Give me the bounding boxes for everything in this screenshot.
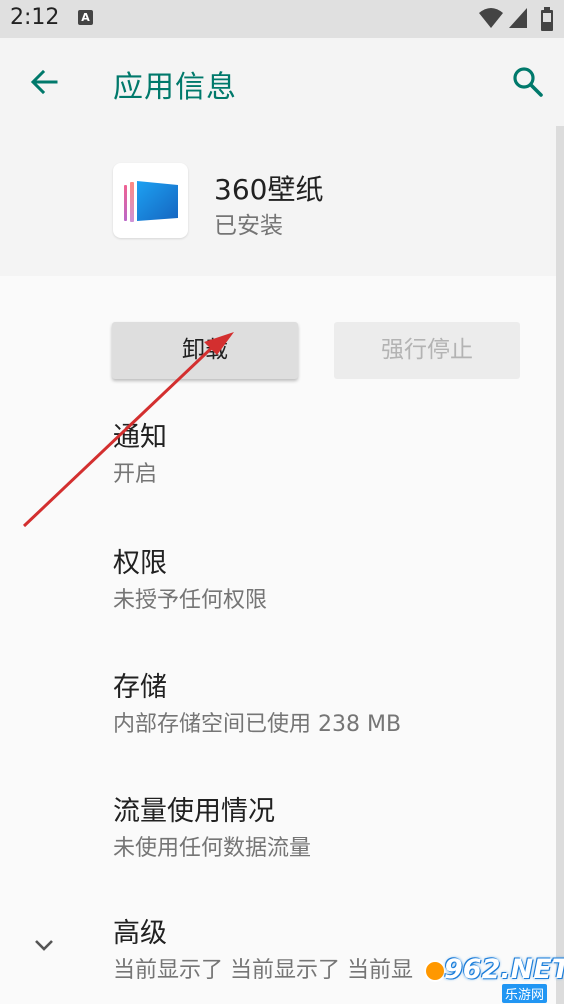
notification-a-icon: A <box>78 10 93 25</box>
settings-content: 卸载 强行停止 通知 开启 权限 未授予任何权限 存储 内部存储空间已使用 23… <box>0 276 556 1004</box>
signal-icon <box>509 8 527 28</box>
setting-item-data-usage[interactable]: 流量使用情况 未使用任何数据流量 <box>113 794 543 864</box>
setting-title: 权限 <box>113 548 167 579</box>
setting-item-permissions[interactable]: 权限 未授予任何权限 <box>113 546 543 616</box>
app-install-status: 已安装 <box>214 213 283 239</box>
setting-title: 存储 <box>113 672 167 703</box>
back-button[interactable] <box>26 64 62 100</box>
uninstall-button[interactable]: 卸载 <box>112 322 298 379</box>
wifi-icon <box>479 8 503 28</box>
watermark-text: 962.NET <box>444 954 564 985</box>
setting-summary: 开启 <box>113 462 158 487</box>
watermark-subtext: 乐游网 <box>502 984 548 1003</box>
watermark-circle-icon <box>424 960 446 982</box>
scrollbar[interactable] <box>556 126 564 1004</box>
search-button[interactable] <box>510 64 546 100</box>
app-icon <box>113 163 188 238</box>
setting-title: 流量使用情况 <box>113 796 275 827</box>
setting-summary: 未授予任何权限 <box>113 588 268 613</box>
page-title: 应用信息 <box>113 70 237 105</box>
setting-title: 通知 <box>113 422 167 453</box>
setting-item-storage[interactable]: 存储 内部存储空间已使用 238 MB <box>113 670 543 740</box>
chevron-down-icon[interactable] <box>31 932 57 958</box>
wallpaper-app-icon <box>124 181 178 222</box>
search-icon <box>513 67 543 97</box>
app-header: 360壁纸 已安装 <box>0 126 556 276</box>
battery-icon <box>541 7 553 31</box>
force-stop-button[interactable]: 强行停止 <box>334 322 520 379</box>
setting-summary: 未使用任何数据流量 <box>113 836 312 861</box>
app-bar: 应用信息 <box>0 38 564 126</box>
setting-item-notifications[interactable]: 通知 开启 <box>113 420 543 490</box>
status-time: 2:12 <box>10 5 60 30</box>
arrow-back-icon <box>30 69 58 95</box>
watermark-logo: 962.NET 乐游网 <box>424 954 564 1003</box>
setting-title: 高级 <box>113 918 167 949</box>
status-bar: 2:12 A <box>0 0 564 38</box>
app-name: 360壁纸 <box>214 173 324 206</box>
setting-summary: 内部存储空间已使用 238 MB <box>113 712 402 737</box>
